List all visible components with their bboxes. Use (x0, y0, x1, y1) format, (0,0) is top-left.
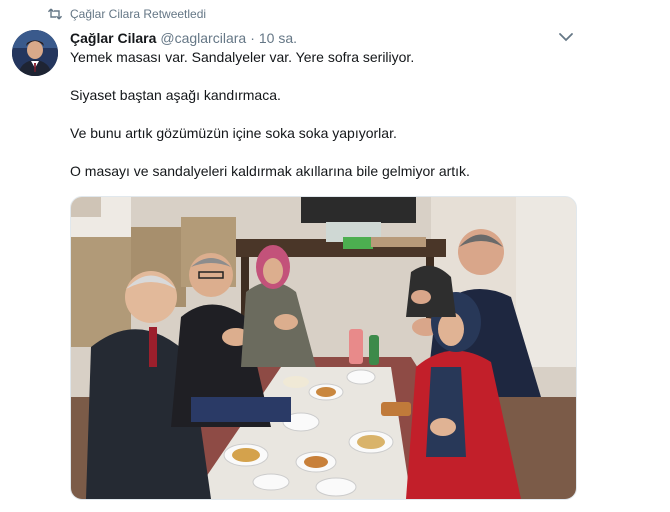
tweet-paragraph: Ve bunu artık gözümüzün içine soka soka … (70, 125, 397, 141)
retweet-label[interactable]: Çağlar Cilara Retweetledi (70, 7, 206, 21)
tweet-text: Yemek masası var. Sandalyeler var. Yere … (70, 48, 570, 200)
tweet-paragraph: Siyaset baştan aşağı kandırmaca. (70, 87, 281, 103)
tweet-paragraph: Yemek masası var. Sandalyeler var. Yere … (70, 49, 415, 65)
tweet-timestamp[interactable]: 10 sa. (259, 30, 297, 46)
chevron-down-icon[interactable] (556, 28, 576, 46)
retweet-context: Çağlar Cilara Retweetledi (48, 7, 206, 21)
tweet-header: Çağlar Cilara @caglarcilara · 10 sa. (70, 30, 297, 46)
tweet-paragraph: O masayı ve sandalyeleri kaldırmak akıll… (70, 163, 470, 179)
retweet-icon (48, 8, 62, 20)
tweet-photo[interactable] (70, 196, 577, 500)
avatar[interactable] (12, 30, 58, 76)
user-handle[interactable]: @caglarcilara (160, 30, 246, 46)
separator-dot: · (250, 30, 255, 46)
display-name[interactable]: Çağlar Cilara (70, 30, 156, 46)
